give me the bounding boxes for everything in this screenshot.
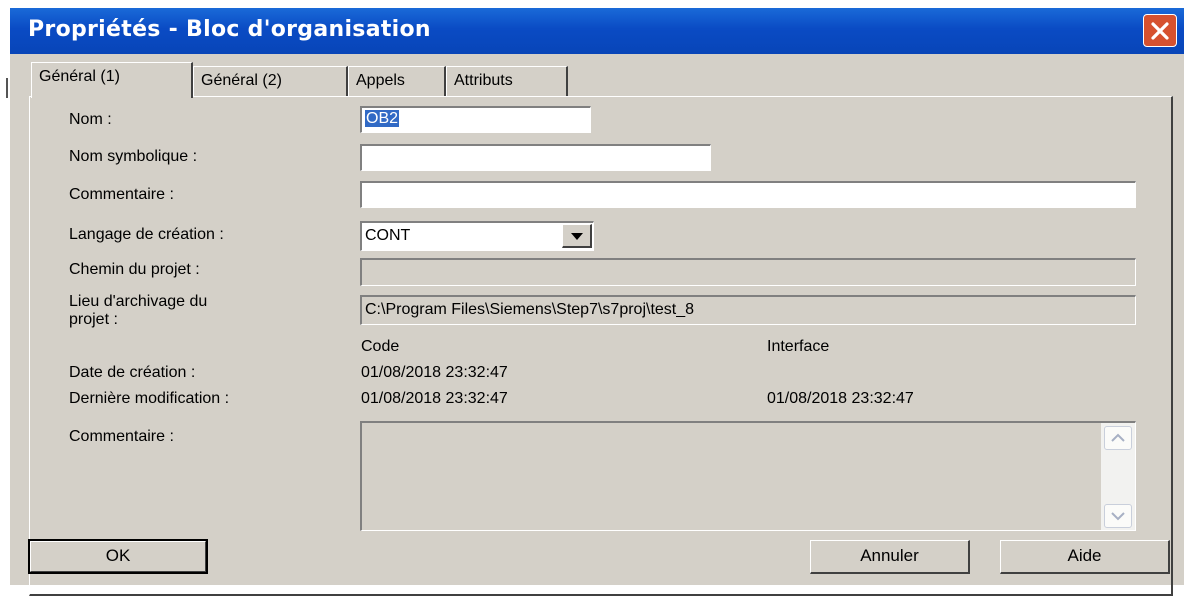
- chemin-label: Chemin du projet :: [69, 261, 200, 278]
- tab-label: Général (2): [201, 72, 282, 89]
- tab-label: Général (1): [39, 68, 120, 85]
- window-title: Propriétés - Bloc d'organisation: [28, 17, 431, 42]
- date-creation-label: Date de création :: [69, 364, 196, 381]
- derniere-modification-label: Dernière modification :: [69, 390, 230, 407]
- annuler-button[interactable]: Annuler: [810, 540, 970, 574]
- lieu-label-line2: projet :: [69, 311, 118, 328]
- aide-button[interactable]: Aide: [1000, 540, 1170, 574]
- chevron-down-icon: [571, 233, 583, 240]
- title-bar[interactable]: Propriétés - Bloc d'organisation: [10, 8, 1184, 54]
- lieu-value: C:\Program Files\Siemens\Step7\s7proj\te…: [365, 301, 695, 318]
- commentaire2-label: Commentaire :: [69, 428, 174, 445]
- lieu-field: C:\Program Files\Siemens\Step7\s7proj\te…: [360, 295, 1136, 325]
- tab-label: Appels: [356, 72, 405, 89]
- nom-symbolique-field[interactable]: [360, 144, 711, 171]
- scroll-down-icon: [1111, 512, 1125, 521]
- nom-label: Nom :: [69, 111, 112, 128]
- properties-dialog: Propriétés - Bloc d'organisation Général…: [6, 8, 1184, 596]
- tab-attributs[interactable]: Attributs: [446, 66, 568, 96]
- annuler-button-label: Annuler: [860, 546, 919, 565]
- chemin-field: [360, 258, 1136, 286]
- derniere-modification-interface-value: 01/08/2018 23:32:47: [767, 390, 914, 407]
- langage-label: Langage de création :: [69, 226, 224, 243]
- nom-value: OB2: [365, 110, 400, 127]
- close-button[interactable]: [1143, 14, 1177, 47]
- commentaire2-scrollbar[interactable]: [1101, 423, 1135, 530]
- window-edge: [6, 78, 8, 98]
- tab-general-2[interactable]: Général (2): [193, 66, 348, 96]
- aide-button-label: Aide: [1067, 546, 1102, 565]
- nom-field[interactable]: OB2: [360, 106, 591, 133]
- scroll-up-icon: [1111, 433, 1125, 442]
- langage-select[interactable]: CONT: [360, 221, 594, 251]
- scroll-down-button[interactable]: [1104, 504, 1132, 528]
- date-creation-code-value: 01/08/2018 23:32:47: [361, 364, 508, 381]
- commentaire-label: Commentaire :: [69, 186, 174, 203]
- scroll-up-button[interactable]: [1104, 426, 1132, 450]
- tab-general-1[interactable]: Général (1): [31, 62, 193, 98]
- commentaire2-textarea[interactable]: [360, 421, 1136, 531]
- commentaire-field[interactable]: [360, 181, 1136, 208]
- ok-button-focus-frame: [30, 541, 206, 572]
- nom-symbolique-label: Nom symbolique :: [69, 148, 198, 165]
- langage-value: CONT: [365, 227, 411, 244]
- tab-label: Attributs: [454, 72, 513, 89]
- langage-dropdown-button[interactable]: [562, 224, 592, 248]
- ok-button[interactable]: OK: [28, 539, 208, 574]
- interface-column-header: Interface: [767, 338, 830, 355]
- derniere-modification-code-value: 01/08/2018 23:32:47: [361, 390, 508, 407]
- close-icon: [1151, 22, 1169, 40]
- tab-appels[interactable]: Appels: [348, 66, 446, 96]
- code-column-header: Code: [361, 338, 400, 355]
- lieu-label-line1: Lieu d'archivage du: [69, 293, 208, 310]
